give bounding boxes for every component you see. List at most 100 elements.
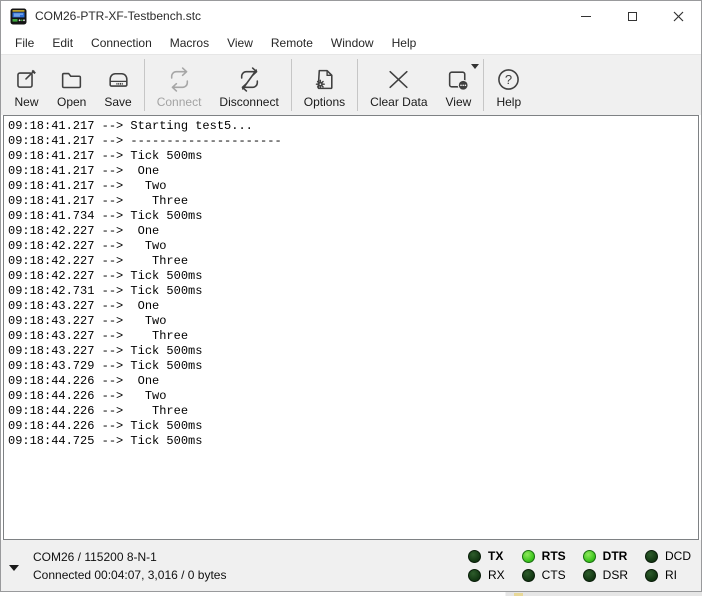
led-label: TX (488, 549, 503, 563)
signal-led-panel: TX RTS DTR DCD RX CTS DSR (468, 549, 691, 582)
connect-button[interactable]: Connect (148, 55, 211, 115)
help-question-icon: ? (496, 67, 521, 92)
new-button[interactable]: New (5, 55, 48, 115)
toolbar-separator (357, 59, 358, 111)
menu-item[interactable]: File (6, 33, 43, 53)
led-indicator: DCD (645, 549, 691, 563)
clear-x-icon (386, 67, 411, 92)
log-line: 09:18:41.217 --> Two (8, 179, 698, 194)
log-line: 09:18:42.227 --> Three (8, 254, 698, 269)
log-line: 09:18:41.217 --> Starting test5... (8, 119, 698, 134)
log-line: 09:18:43.227 --> Tick 500ms (8, 344, 698, 359)
options-button[interactable]: Options (295, 55, 354, 115)
led-light-icon (583, 550, 596, 563)
clear-data-label: Clear Data (370, 95, 427, 109)
log-line: 09:18:41.217 --> Tick 500ms (8, 149, 698, 164)
save-label: Save (104, 95, 131, 109)
help-button[interactable]: ? Help (487, 55, 530, 115)
menu-item[interactable]: Macros (161, 33, 218, 53)
desktop-sliver (0, 592, 702, 596)
app-window: COM26-PTR-XF-Testbench.stc File Edit Con… (0, 0, 702, 592)
port-dropdown-arrow-icon[interactable] (9, 565, 19, 571)
minimize-button[interactable] (563, 1, 609, 31)
close-button[interactable] (655, 1, 701, 31)
menu-item[interactable]: Edit (43, 33, 82, 53)
view-button[interactable]: View (437, 55, 481, 115)
connect-label: Connect (157, 95, 202, 109)
open-button[interactable]: Open (48, 55, 95, 115)
log-line: 09:18:42.731 --> Tick 500ms (8, 284, 698, 299)
menu-item[interactable]: Connection (82, 33, 161, 53)
options-gear-document-icon (312, 67, 337, 92)
terminal-log[interactable]: 09:18:41.217 --> Starting test5... 09:18… (3, 115, 699, 540)
led-label: CTS (542, 568, 566, 582)
led-label: RTS (542, 549, 566, 563)
led-label: DTR (603, 549, 628, 563)
svg-text:?: ? (505, 72, 512, 87)
led-indicator: RI (645, 568, 691, 582)
close-icon (673, 11, 684, 22)
app-terminal-icon (10, 8, 27, 25)
led-label: DCD (665, 549, 691, 563)
log-line: 09:18:44.226 --> Tick 500ms (8, 419, 698, 434)
led-indicator: TX (468, 549, 505, 563)
menu-item[interactable]: Window (322, 33, 383, 53)
new-label: New (14, 95, 38, 109)
log-line: 09:18:43.227 --> Two (8, 314, 698, 329)
toolbar-separator (483, 59, 484, 111)
log-line: 09:18:44.226 --> One (8, 374, 698, 389)
log-line: 09:18:43.227 --> Three (8, 329, 698, 344)
menu-item[interactable]: Remote (262, 33, 322, 53)
log-line: 09:18:41.734 --> Tick 500ms (8, 209, 698, 224)
led-indicator: CTS (522, 568, 566, 582)
disconnect-button[interactable]: Disconnect (210, 55, 287, 115)
gear-icon (316, 80, 324, 88)
disconnect-label: Disconnect (219, 95, 278, 109)
led-indicator: DSR (583, 568, 628, 582)
led-light-icon (522, 569, 535, 582)
help-label: Help (496, 95, 521, 109)
led-indicator: DTR (583, 549, 628, 563)
led-light-icon (645, 569, 658, 582)
view-dropdown-arrow-icon (471, 64, 479, 69)
log-line: 09:18:42.227 --> Tick 500ms (8, 269, 698, 284)
log-line: 09:18:43.227 --> One (8, 299, 698, 314)
menu-bar: File Edit Connection Macros View Remote … (1, 31, 701, 54)
save-drive-icon (106, 67, 131, 92)
window-controls (563, 1, 701, 31)
led-label: RX (488, 568, 505, 582)
view-window-ellipsis-icon (446, 67, 471, 92)
log-line: 09:18:41.217 --> --------------------- (8, 134, 698, 149)
open-folder-icon (59, 67, 84, 92)
toolbar-separator (291, 59, 292, 111)
options-label: Options (304, 95, 345, 109)
toolbar-separator (144, 59, 145, 111)
log-line: 09:18:42.227 --> Two (8, 239, 698, 254)
connect-arrows-icon (167, 67, 192, 92)
led-light-icon (583, 569, 596, 582)
led-light-icon (468, 569, 481, 582)
maximize-icon (628, 12, 637, 21)
window-title: COM26-PTR-XF-Testbench.stc (35, 9, 201, 23)
led-light-icon (522, 550, 535, 563)
clear-data-button[interactable]: Clear Data (361, 55, 436, 115)
title-bar: COM26-PTR-XF-Testbench.stc (1, 1, 701, 31)
led-light-icon (468, 550, 481, 563)
toolbar: New Open Save Connec (1, 54, 701, 115)
log-line: 09:18:44.226 --> Two (8, 389, 698, 404)
maximize-button[interactable] (609, 1, 655, 31)
led-light-icon (645, 550, 658, 563)
log-line: 09:18:41.217 --> Three (8, 194, 698, 209)
menu-item[interactable]: Help (383, 33, 426, 53)
save-button[interactable]: Save (95, 55, 140, 115)
log-line: 09:18:42.227 --> One (8, 224, 698, 239)
led-label: RI (665, 568, 677, 582)
view-label: View (446, 95, 472, 109)
disconnect-arrows-slash-icon (237, 67, 262, 92)
menu-item[interactable]: View (218, 33, 262, 53)
status-bar: COM26 / 115200 8-N-1 Connected 00:04:07,… (1, 540, 701, 591)
open-label: Open (57, 95, 86, 109)
log-line: 09:18:43.729 --> Tick 500ms (8, 359, 698, 374)
led-label: DSR (603, 568, 628, 582)
connection-stats-text: Connected 00:04:07, 3,016 / 0 bytes (33, 566, 226, 584)
